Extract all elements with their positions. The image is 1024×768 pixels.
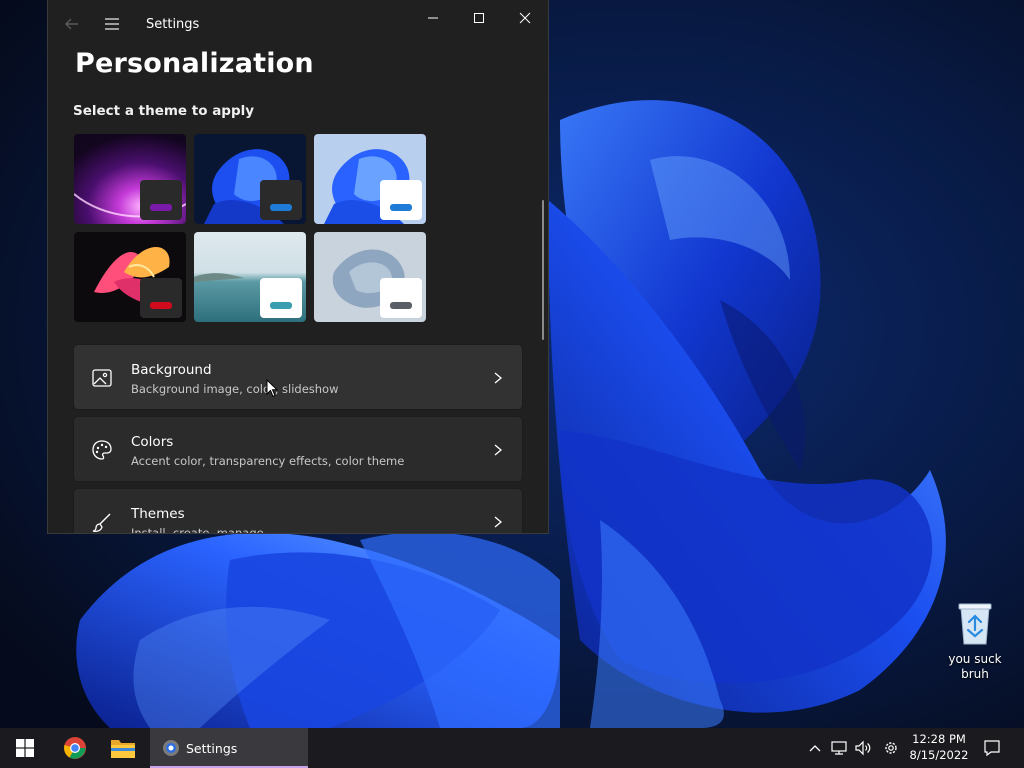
theme-section-label: Select a theme to apply: [73, 103, 255, 119]
back-arrow-icon[interactable]: [62, 14, 82, 34]
folder-icon: [111, 740, 135, 758]
theme-thumbnail-glow[interactable]: [74, 134, 186, 224]
title-bar: Settings: [48, 0, 548, 48]
maximize-button[interactable]: [456, 4, 502, 32]
background-card-subtitle: Background image, color, slideshow: [131, 382, 339, 396]
palette-icon: [92, 440, 112, 460]
settings-window: Settings Personalization Select a theme …: [47, 0, 549, 534]
themes-card-title: Themes: [131, 506, 185, 522]
hamburger-menu-icon[interactable]: [102, 14, 122, 34]
recycle-bin-label: you suck bruh: [948, 652, 1002, 681]
background-setting-card[interactable]: Background Background image, color, slid…: [73, 344, 523, 410]
chrome-icon: [64, 737, 86, 759]
clock-time: 12:28 PM: [912, 732, 966, 746]
chevron-up-icon: [809, 745, 821, 752]
settings-taskbar-button[interactable]: Settings: [150, 728, 308, 768]
scrollbar-thumb[interactable]: [542, 200, 544, 340]
volume-tray-button[interactable]: [851, 728, 875, 768]
page-title: Personalization: [75, 48, 314, 79]
network-icon: [831, 741, 847, 755]
theme-thumbnail-flow[interactable]: [314, 232, 426, 322]
window-title: Settings: [146, 17, 200, 32]
theme-accent-glow: [150, 204, 172, 211]
background-card-title: Background: [131, 362, 212, 378]
image-icon: [92, 369, 112, 387]
recycle-bin-icon: [958, 603, 992, 645]
settings-tray-button[interactable]: [879, 728, 903, 768]
close-button[interactable]: [502, 4, 548, 32]
brush-icon: [92, 513, 111, 533]
theme-grid: [74, 134, 430, 324]
maximize-icon: [474, 13, 484, 23]
themes-card-subtitle: Install, create, manage: [131, 526, 264, 534]
themes-setting-card[interactable]: Themes Install, create, manage: [73, 488, 523, 534]
windows-logo-icon: [16, 739, 34, 757]
clock-date: 8/15/2022: [909, 748, 969, 762]
theme-accent-flow: [390, 302, 412, 309]
chevron-right-icon: [494, 444, 503, 456]
show-hidden-icons-button[interactable]: [803, 728, 827, 768]
action-center-button[interactable]: [978, 728, 1006, 768]
chevron-right-icon: [494, 516, 503, 528]
gear-icon: [885, 742, 897, 754]
theme-thumbnail-light-bloom[interactable]: [314, 134, 426, 224]
mouse-cursor-icon: [266, 379, 278, 398]
colors-card-title: Colors: [131, 434, 174, 450]
theme-accent-captured-motion: [150, 302, 172, 309]
taskbar: Settings 12:28 PM 8/15/2022: [0, 728, 1024, 768]
volume-icon: [855, 740, 871, 756]
file-explorer-taskbar-button[interactable]: [102, 728, 144, 768]
notification-icon: [984, 740, 1000, 757]
minimize-icon: [428, 17, 438, 19]
chevron-right-icon: [494, 372, 503, 384]
theme-thumbnail-dark-bloom[interactable]: [194, 134, 306, 224]
recycle-bin-shortcut[interactable]: you suck bruh: [944, 600, 1006, 682]
minimize-button[interactable]: [410, 4, 456, 32]
taskbar-clock[interactable]: 12:28 PM 8/15/2022: [908, 731, 970, 765]
start-button[interactable]: [4, 728, 46, 768]
theme-accent-light-bloom: [390, 204, 412, 211]
theme-accent-sunrise-lake: [270, 302, 292, 309]
theme-thumbnail-captured-motion[interactable]: [74, 232, 186, 322]
chrome-taskbar-button[interactable]: [54, 728, 96, 768]
colors-card-subtitle: Accent color, transparency effects, colo…: [131, 454, 405, 468]
close-icon: [519, 12, 531, 24]
settings-taskbar-label: Settings: [186, 740, 238, 756]
theme-accent-dark-bloom: [270, 204, 292, 211]
colors-setting-card[interactable]: Colors Accent color, transparency effect…: [73, 416, 523, 482]
network-tray-button[interactable]: [827, 728, 851, 768]
settings-gear-icon: [163, 740, 179, 756]
theme-thumbnail-sunrise-lake[interactable]: [194, 232, 306, 322]
